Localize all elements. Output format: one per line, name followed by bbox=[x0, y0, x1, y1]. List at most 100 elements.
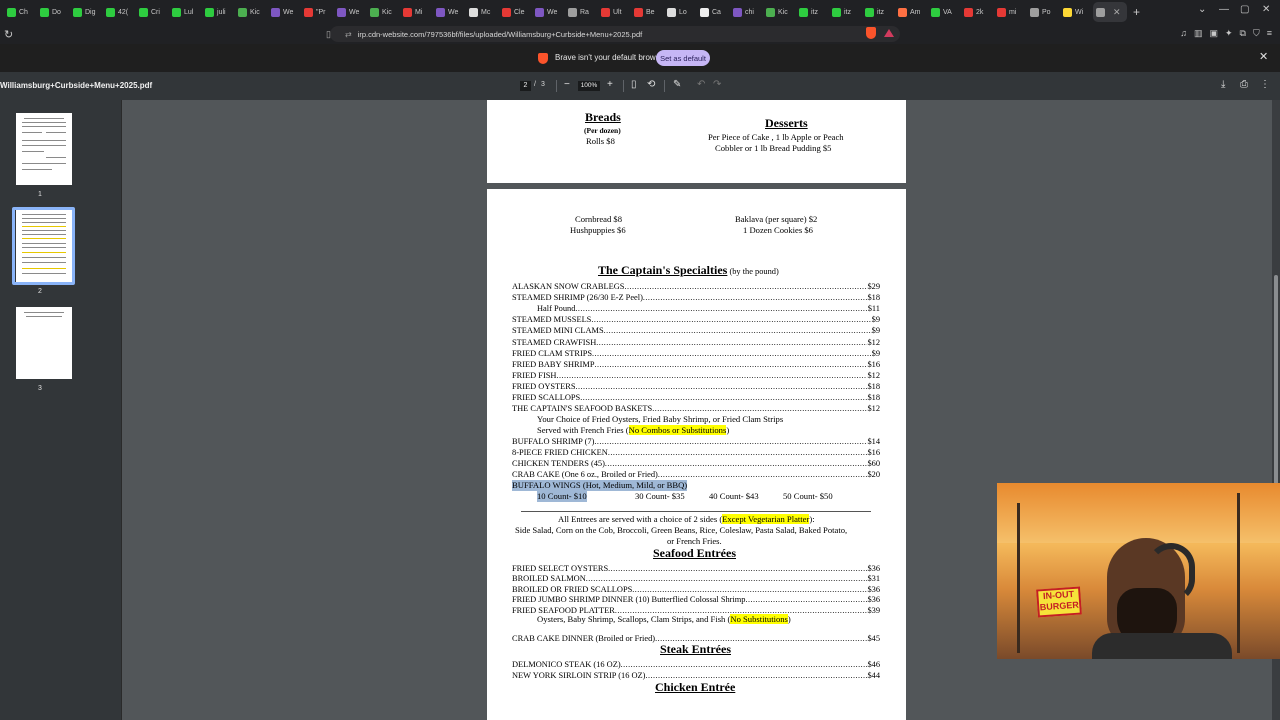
tab-label: Ra bbox=[580, 8, 589, 16]
menu-item-name: BUFFALO SHRIMP (7) bbox=[512, 437, 595, 446]
browser-tab[interactable]: Am bbox=[895, 2, 928, 22]
browser-tab[interactable]: mi bbox=[994, 2, 1027, 22]
tab-favicon-icon bbox=[238, 7, 247, 17]
tab-favicon-icon bbox=[634, 7, 643, 17]
zoom-input[interactable]: 100% bbox=[578, 81, 600, 91]
menu-row: Half Pound $11 bbox=[537, 303, 880, 314]
menu-row: FRIED OYSTERS $18 bbox=[512, 381, 880, 392]
tab-favicon-icon bbox=[337, 7, 346, 17]
browser-tab[interactable]: We bbox=[334, 2, 367, 22]
browser-tab[interactable]: ✕ bbox=[1093, 2, 1127, 22]
tab-label: We bbox=[283, 8, 294, 16]
menu-row: ALASKAN SNOW CRABLEGS $29 bbox=[512, 281, 880, 292]
browser-tab[interactable]: We bbox=[268, 2, 301, 22]
zoom-out-icon[interactable]: − bbox=[564, 79, 570, 90]
media-icon[interactable]: ♫ bbox=[1180, 28, 1187, 39]
scrollbar-thumb[interactable] bbox=[1274, 275, 1278, 505]
menu-icon[interactable]: ≡ bbox=[1267, 28, 1272, 39]
tab-label: juli bbox=[217, 8, 226, 16]
thumbnail-page-1[interactable] bbox=[16, 113, 72, 185]
leader-dots bbox=[605, 458, 868, 469]
zoom-in-icon[interactable]: + bbox=[607, 79, 613, 90]
browser-tab[interactable]: Lo bbox=[664, 2, 697, 22]
menu-row: FRIED CLAM STRIPS $9 bbox=[512, 348, 880, 359]
menu-row: DELMONICO STEAK (16 OZ) $46 bbox=[512, 659, 880, 670]
browser-tab[interactable]: Cri bbox=[136, 2, 169, 22]
address-bar[interactable]: ▯ ⇄ irp.cdn-website.com/797536bf/files/u… bbox=[326, 26, 900, 42]
tab-search-icon[interactable]: ⌄ bbox=[1198, 4, 1206, 15]
browser-tab[interactable]: Kic bbox=[235, 2, 268, 22]
toolbar-divider bbox=[623, 80, 624, 92]
close-window-icon[interactable]: ✕ bbox=[1262, 4, 1270, 15]
browser-tab[interactable]: Po bbox=[1027, 2, 1060, 22]
browser-tab[interactable]: Cle bbox=[499, 2, 532, 22]
menu-item-name: FRIED BABY SHRIMP bbox=[512, 359, 595, 369]
site-info-icon[interactable]: ⇄ bbox=[345, 30, 352, 39]
browser-tab[interactable]: itz bbox=[862, 2, 895, 22]
browser-tab[interactable]: We bbox=[532, 2, 565, 22]
new-tab-icon[interactable]: + bbox=[1133, 5, 1140, 19]
menu-item-name: FRIED SCALLOPS bbox=[512, 393, 581, 402]
tab-label: mi bbox=[1009, 8, 1017, 16]
browser-tab[interactable]: Kic bbox=[763, 2, 796, 22]
browser-tab[interactable]: 2k bbox=[961, 2, 994, 22]
browser-tab[interactable]: Ult bbox=[598, 2, 631, 22]
reload-icon[interactable]: ↻ bbox=[4, 28, 20, 41]
page-number-input[interactable]: 2 bbox=[520, 81, 531, 91]
menu-item-price: $20 bbox=[867, 470, 880, 480]
close-icon[interactable]: ✕ bbox=[1259, 50, 1268, 63]
browser-tab[interactable]: itz bbox=[796, 2, 829, 22]
browser-tab[interactable]: juli bbox=[202, 2, 235, 22]
brave-rewards-icon[interactable] bbox=[884, 29, 894, 37]
browser-tab[interactable]: Ch bbox=[4, 2, 37, 22]
leader-dots bbox=[576, 381, 868, 392]
desserts-heading: Desserts bbox=[765, 116, 808, 130]
chicken-heading: Chicken Entrée bbox=[655, 680, 736, 694]
webcam-overlay: IN-OUT BURGER bbox=[997, 483, 1280, 659]
leo-icon[interactable]: ✦ bbox=[1225, 28, 1233, 39]
set-default-button[interactable]: Set as default bbox=[656, 50, 710, 66]
browser-tab[interactable]: Ra bbox=[565, 2, 598, 22]
browser-tab[interactable]: Lul bbox=[169, 2, 202, 22]
browser-tab[interactable]: Wi bbox=[1060, 2, 1093, 22]
rotate-icon[interactable]: ⟲ bbox=[647, 79, 655, 90]
bookmark-icon[interactable]: ▯ bbox=[326, 29, 331, 40]
thumbnail-page-3[interactable] bbox=[16, 307, 72, 379]
maximize-icon[interactable]: ▢ bbox=[1240, 4, 1249, 15]
browser-tab[interactable]: 42( bbox=[103, 2, 136, 22]
minimize-icon[interactable]: — bbox=[1219, 4, 1229, 15]
download-icon[interactable]: ⤓ bbox=[1221, 79, 1225, 90]
browser-tab[interactable]: Mi bbox=[400, 2, 433, 22]
browser-tab[interactable]: itz bbox=[829, 2, 862, 22]
browser-tab[interactable]: Do bbox=[37, 2, 70, 22]
redo-icon[interactable]: ↷ bbox=[713, 79, 721, 90]
browser-tab[interactable]: We bbox=[433, 2, 466, 22]
annotate-icon[interactable]: ✎ bbox=[673, 79, 681, 90]
sidebar-icon[interactable]: ▥ bbox=[1194, 28, 1203, 39]
browser-tab[interactable]: VA bbox=[928, 2, 961, 22]
browser-tab[interactable]: Dig bbox=[70, 2, 103, 22]
thumbnail-page-2[interactable] bbox=[16, 210, 72, 282]
browser-tab[interactable]: Mc bbox=[466, 2, 499, 22]
brave-shields-icon[interactable] bbox=[866, 27, 876, 39]
tab-favicon-icon bbox=[139, 7, 148, 17]
vpn-icon[interactable]: ⛉ bbox=[1253, 28, 1260, 39]
browser-tab[interactable]: chi bbox=[730, 2, 763, 22]
undo-icon[interactable]: ↶ bbox=[697, 79, 705, 90]
browser-tab[interactable]: Ca bbox=[697, 2, 730, 22]
close-tab-icon[interactable]: ✕ bbox=[1113, 7, 1121, 18]
print-icon[interactable]: ⎙ bbox=[1240, 79, 1248, 90]
baskets-note: Your Choice of Fried Oysters, Fried Baby… bbox=[537, 414, 784, 424]
browser-tab[interactable]: Be bbox=[631, 2, 664, 22]
tab-favicon-icon bbox=[601, 7, 610, 17]
hushpuppies-item: Hushpuppies $6 bbox=[570, 225, 626, 235]
tab-favicon-icon bbox=[1030, 7, 1039, 17]
extensions-icon[interactable]: ⧉ bbox=[1240, 28, 1246, 39]
wallet-icon[interactable]: ▣ bbox=[1209, 28, 1218, 39]
browser-tab[interactable]: "Pr bbox=[301, 2, 334, 22]
browser-tab[interactable]: Kic bbox=[367, 2, 400, 22]
cookies-item: 1 Dozen Cookies $6 bbox=[743, 225, 813, 235]
toolbar-divider bbox=[664, 80, 665, 92]
more-options-icon[interactable]: ⋮ bbox=[1260, 79, 1270, 90]
fit-page-icon[interactable]: ▯ bbox=[631, 79, 637, 90]
